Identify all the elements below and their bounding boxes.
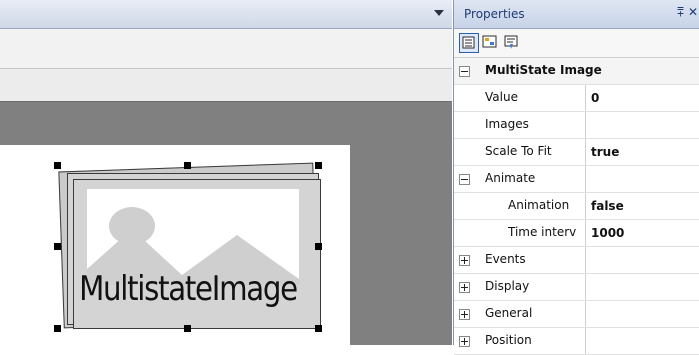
property-name: Scale To Fit [485, 144, 552, 158]
alphabetical-view-icon[interactable] [481, 33, 499, 51]
properties-header: Properties ⩱ ✕ [454, 0, 699, 29]
property-row-animation[interactable]: Animation false [454, 193, 699, 220]
property-row-events[interactable]: Events [454, 247, 699, 274]
resize-handle-middle-left[interactable] [54, 243, 61, 250]
properties-title: Properties [464, 7, 525, 21]
multistate-image-widget[interactable]: MultistateImage [57, 162, 321, 329]
property-name: Images [485, 117, 529, 131]
resize-handle-top-left[interactable] [54, 162, 61, 169]
property-value[interactable]: true [591, 145, 619, 159]
editor-toolbar-strip [0, 29, 452, 69]
property-name: Display [485, 279, 530, 293]
property-value[interactable]: 0 [591, 91, 599, 105]
editor-ruler-strip [0, 69, 452, 102]
properties-toolbar [454, 29, 699, 58]
property-grid: MultiState Image Value 0 Images Scale To… [454, 58, 699, 355]
resize-handle-bottom-right[interactable] [315, 325, 322, 332]
document-tab-strip [0, 0, 452, 29]
tab-list-dropdown-icon[interactable] [434, 10, 444, 16]
property-name: Events [485, 252, 526, 266]
design-editor: MultistateImage [0, 0, 452, 345]
group-row-multistate-image[interactable]: MultiState Image [454, 58, 699, 85]
property-value[interactable]: 1000 [591, 226, 624, 240]
property-row-scale-to-fit[interactable]: Scale To Fit true [454, 139, 699, 166]
property-name: General [485, 306, 533, 320]
pin-icon[interactable]: ⩱ [677, 5, 684, 20]
property-row-value[interactable]: Value 0 [454, 85, 699, 112]
events-view-icon[interactable] [502, 33, 520, 51]
property-row-general[interactable]: General [454, 301, 699, 328]
property-row-images[interactable]: Images [454, 112, 699, 139]
resize-handle-top-right[interactable] [315, 162, 322, 169]
property-row-display[interactable]: Display [454, 274, 699, 301]
resize-handle-top-center[interactable] [184, 162, 191, 169]
property-name: Animate [485, 171, 536, 185]
resize-handle-bottom-left[interactable] [54, 325, 61, 332]
property-name: Animation [508, 198, 570, 212]
group-title: MultiState Image [485, 63, 602, 77]
property-name: Value [485, 90, 518, 104]
resize-handle-bottom-center[interactable] [184, 325, 191, 332]
property-row-time-interval[interactable]: Time interv 1000 [454, 220, 699, 247]
property-row-position[interactable]: Position [454, 328, 699, 355]
property-value[interactable]: false [591, 199, 624, 213]
categorized-view-icon[interactable] [459, 33, 479, 53]
widget-caption: MultistateImage [79, 269, 298, 309]
close-icon[interactable]: ✕ [688, 5, 698, 19]
property-row-animate[interactable]: Animate [454, 166, 699, 193]
property-name: Time interv [508, 225, 577, 239]
resize-handle-middle-right[interactable] [315, 243, 322, 250]
properties-panel: Properties ⩱ ✕ MultiState Image Value 0 … [453, 0, 699, 355]
